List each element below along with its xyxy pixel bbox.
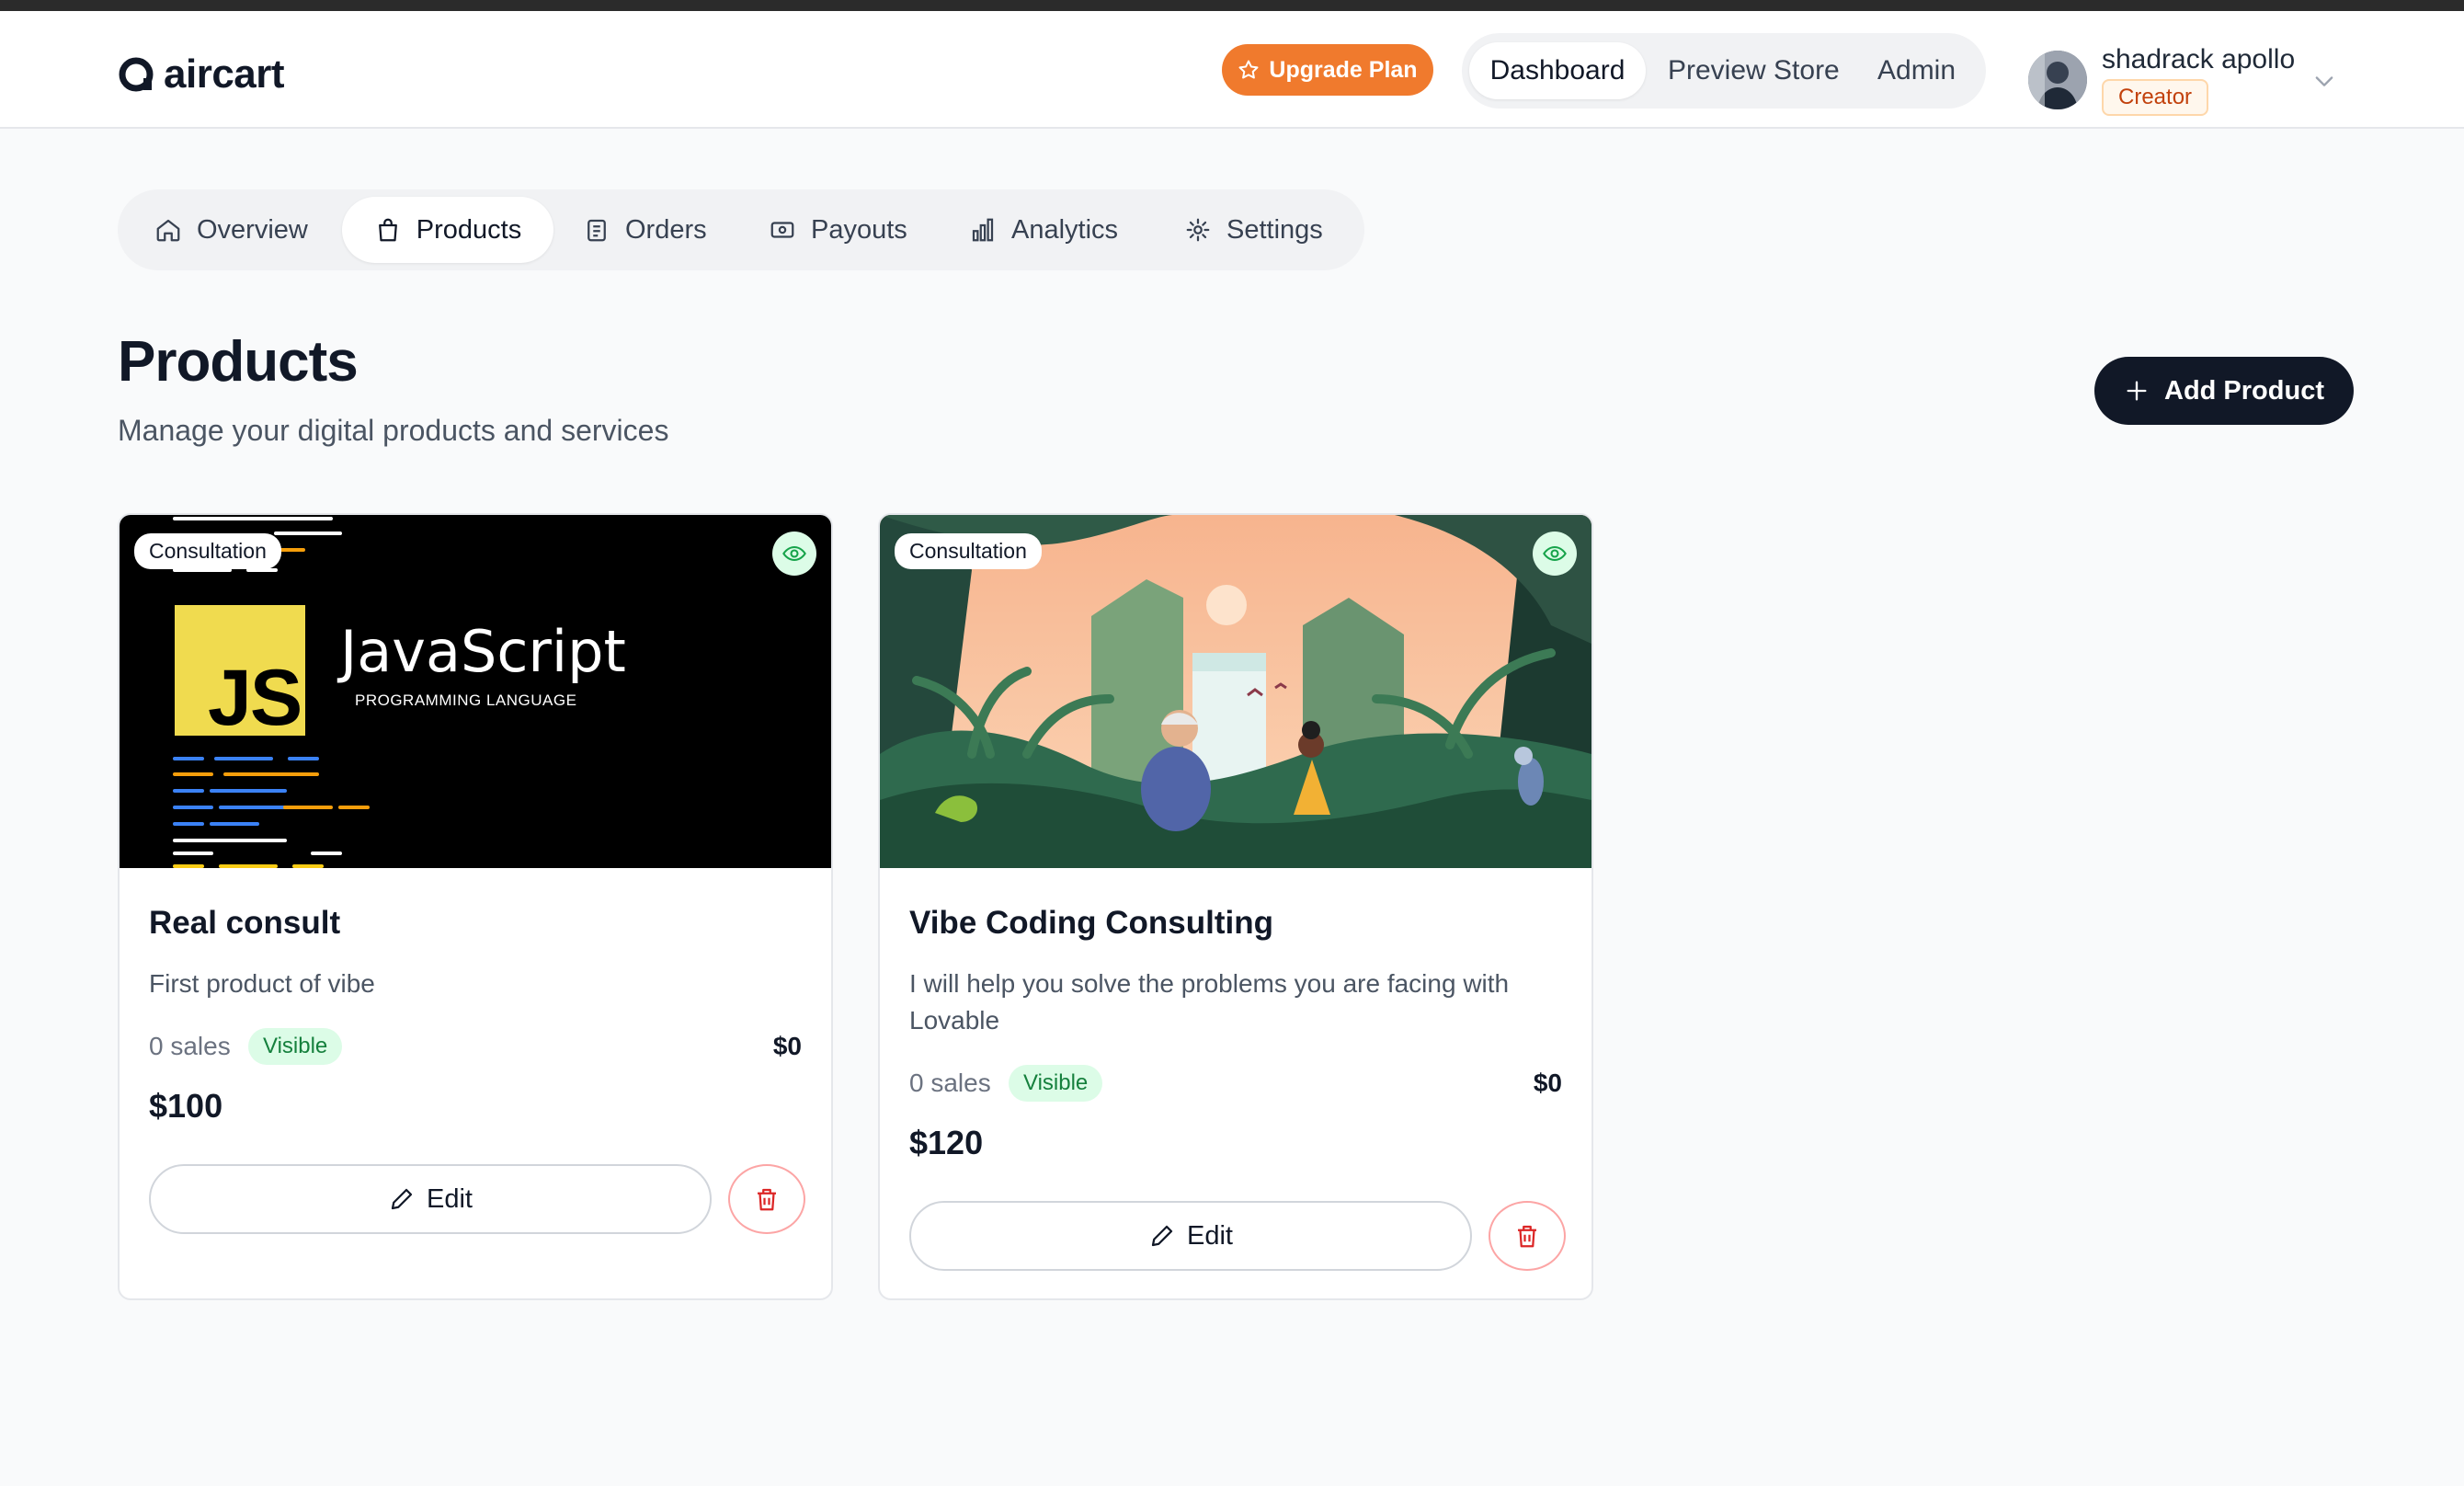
app-header: aircart Upgrade Plan Dashboard Preview S… xyxy=(0,11,2464,129)
tab-products[interactable]: Products xyxy=(342,197,553,263)
trash-icon xyxy=(758,1188,776,1211)
page-title: Products xyxy=(118,330,359,394)
product-card[interactable]: Consultation Vibe Coding Consulting I wi… xyxy=(878,513,1593,1300)
tab-orders[interactable]: Orders xyxy=(583,197,707,263)
bag-icon xyxy=(378,218,397,242)
logo[interactable]: aircart xyxy=(118,51,285,97)
product-image: Consultation xyxy=(880,515,1591,868)
tab-orders-label: Orders xyxy=(625,214,707,245)
delete-button[interactable] xyxy=(728,1164,805,1234)
product-title: Vibe Coding Consulting xyxy=(909,905,1273,941)
gear-icon xyxy=(1186,218,1210,242)
eye-icon xyxy=(1543,545,1567,562)
edit-button[interactable]: Edit xyxy=(149,1164,712,1234)
tab-settings[interactable]: Settings xyxy=(1184,197,1323,263)
category-badge: Consultation xyxy=(134,533,281,569)
tab-payouts[interactable]: Payouts xyxy=(769,197,907,263)
sales-count: 0 sales xyxy=(149,1032,231,1060)
user-menu[interactable]: shadrack apollo Creator xyxy=(2028,42,2359,116)
tab-payouts-label: Payouts xyxy=(811,214,907,245)
home-icon xyxy=(156,219,180,242)
window-top-strip xyxy=(0,0,2464,11)
avatar xyxy=(2028,51,2087,109)
tab-analytics-label: Analytics xyxy=(1011,214,1119,245)
upgrade-plan-label: Upgrade Plan xyxy=(1269,56,1418,83)
bar-chart-icon xyxy=(972,218,994,242)
image-title: JavaScript xyxy=(340,618,626,685)
tab-overview-label: Overview xyxy=(197,214,308,245)
add-product-button[interactable]: Add Product xyxy=(2094,357,2354,425)
delete-button[interactable] xyxy=(1489,1201,1566,1271)
image-subtitle: PROGRAMMING LANGUAGE xyxy=(355,692,577,709)
pencil-icon xyxy=(1151,1225,1173,1247)
chevron-down-icon[interactable] xyxy=(2311,68,2337,94)
product-description: I will help you solve the problems you a… xyxy=(909,969,1510,1034)
tab-overview[interactable]: Overview xyxy=(154,197,308,263)
logo-mark-icon xyxy=(119,57,154,92)
js-logo-text: JS xyxy=(208,654,302,742)
revenue: $0 xyxy=(1533,1069,1562,1097)
edit-button[interactable]: Edit xyxy=(909,1201,1472,1271)
product-image: JS JavaScript PROGRAMMING LANGUAGE Consu… xyxy=(120,515,831,868)
tab-products-label: Products xyxy=(416,214,522,245)
edit-label: Edit xyxy=(1187,1220,1233,1251)
revenue: $0 xyxy=(772,1032,802,1060)
plus-icon xyxy=(2127,381,2147,401)
section-tabs: Overview Products Orders Payouts Analyti… xyxy=(118,189,1364,270)
user-name: shadrack apollo xyxy=(2102,44,2296,74)
nav-preview-store[interactable]: Preview Store xyxy=(1668,42,1840,99)
product-price: $120 xyxy=(909,1124,984,1161)
product-description: First product of vibe xyxy=(149,969,375,998)
nav-admin[interactable]: Admin xyxy=(1877,42,1956,99)
status-badge: Visible xyxy=(1009,1065,1103,1102)
nav-dashboard[interactable]: Dashboard xyxy=(1469,42,1646,99)
status-badge: Visible xyxy=(248,1028,343,1065)
sales-count: 0 sales xyxy=(909,1069,991,1097)
visibility-toggle[interactable] xyxy=(772,532,816,576)
edit-label: Edit xyxy=(427,1183,473,1214)
add-product-label: Add Product xyxy=(2164,375,2324,406)
logo-text: aircart xyxy=(164,51,285,97)
role-badge: Creator xyxy=(2102,79,2209,116)
tab-analytics[interactable]: Analytics xyxy=(969,197,1118,263)
cash-icon xyxy=(770,222,794,238)
top-nav: Dashboard Preview Store Admin xyxy=(1462,33,1986,109)
product-title: Real consult xyxy=(149,905,341,941)
pencil-icon xyxy=(391,1188,413,1210)
trash-icon xyxy=(1518,1225,1536,1248)
visibility-toggle[interactable] xyxy=(1533,532,1577,576)
tab-settings-label: Settings xyxy=(1226,214,1323,245)
product-price: $100 xyxy=(149,1087,223,1125)
eye-icon xyxy=(782,545,806,562)
category-badge: Consultation xyxy=(895,533,1042,569)
product-card[interactable]: JS JavaScript PROGRAMMING LANGUAGE Consu… xyxy=(118,513,833,1300)
clipboard-icon xyxy=(587,219,606,242)
upgrade-plan-button[interactable]: Upgrade Plan xyxy=(1222,44,1433,96)
page-subtitle: Manage your digital products and service… xyxy=(118,414,669,447)
star-icon xyxy=(1238,60,1259,79)
